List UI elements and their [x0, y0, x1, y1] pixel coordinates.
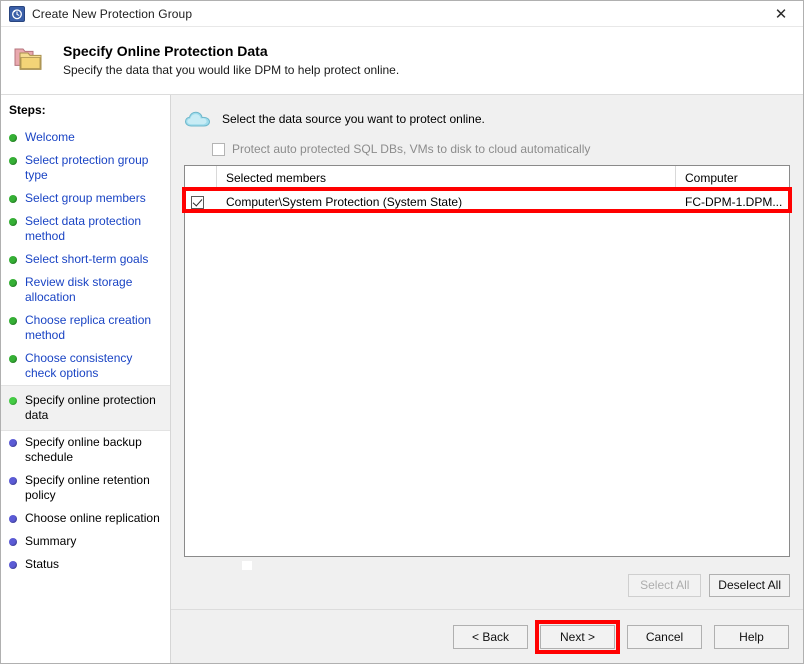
- help-button[interactable]: Help: [714, 624, 789, 649]
- sidebar-step-label: Choose replica creation method: [25, 313, 152, 342]
- step-bullet-icon: [9, 317, 17, 325]
- table-row[interactable]: Computer\System Protection (System State…: [185, 190, 789, 214]
- content-main: Select the data source you want to prote…: [171, 95, 803, 570]
- cloud-icon: [184, 109, 218, 129]
- deselect-all-button[interactable]: Deselect All: [709, 573, 790, 597]
- step-bullet-icon: [9, 256, 17, 264]
- dialog-footer: < Back Next > Cancel Help: [171, 609, 803, 663]
- sidebar-step-label: Select short-term goals: [25, 252, 149, 266]
- sidebar-step-label: Summary: [25, 534, 77, 548]
- back-button[interactable]: < Back: [453, 624, 528, 649]
- dialog-header: Specify Online Protection Data Specify t…: [1, 27, 803, 95]
- help-button-wrap: Help: [714, 624, 789, 649]
- sidebar-step-10: Specify online retention policy: [1, 469, 170, 507]
- sidebar-step-1[interactable]: Select protection group type: [1, 149, 170, 187]
- folders-icon: [7, 43, 51, 73]
- sidebar-step-label: Specify online retention policy: [25, 473, 150, 502]
- sidebar-step-13: Status: [1, 553, 170, 576]
- dialog-body: Steps: Welcome Select protection group ty…: [1, 95, 803, 663]
- sidebar-step-label: Specify online protection data: [25, 393, 156, 422]
- step-bullet-icon: [9, 279, 17, 287]
- sidebar-step-6[interactable]: Choose replica creation method: [1, 309, 170, 347]
- step-bullet-icon: [9, 515, 17, 523]
- sidebar-step-label: Choose online replication: [25, 511, 160, 525]
- step-bullet-icon: [9, 477, 17, 485]
- next-button[interactable]: Next >: [540, 624, 615, 649]
- sidebar-step-5[interactable]: Review disk storage allocation: [1, 271, 170, 309]
- intro-text: Select the data source you want to prote…: [222, 112, 485, 126]
- sidebar-step-2[interactable]: Select group members: [1, 187, 170, 210]
- column-header-computer[interactable]: Computer: [676, 166, 789, 189]
- content-pane: Select the data source you want to prote…: [171, 95, 803, 663]
- sidebar-step-4[interactable]: Select short-term goals: [1, 248, 170, 271]
- step-bullet-icon: [9, 355, 17, 363]
- row-checkbox[interactable]: [191, 195, 204, 209]
- cancel-button[interactable]: Cancel: [627, 624, 702, 649]
- auto-protect-label: Protect auto protected SQL DBs, VMs to d…: [232, 142, 591, 156]
- cell-selected-member: Computer\System Protection (System State…: [226, 195, 463, 209]
- sidebar-step-3[interactable]: Select data protection method: [1, 210, 170, 248]
- column-header-selected-members[interactable]: Selected members: [217, 166, 676, 189]
- history-clock-icon: [9, 5, 25, 22]
- members-list-header: Selected members Computer: [185, 166, 789, 190]
- row-checkbox-cell[interactable]: [185, 190, 217, 214]
- sidebar-step-label: Specify online backup schedule: [25, 435, 142, 464]
- members-list-rows: Computer\System Protection (System State…: [185, 190, 789, 556]
- step-bullet-icon: [9, 397, 17, 405]
- step-bullet-icon: [9, 538, 17, 546]
- intro-row: Select the data source you want to prote…: [184, 105, 790, 133]
- auto-protect-row[interactable]: Protect auto protected SQL DBs, VMs to d…: [212, 142, 790, 156]
- header-checkbox-cell: [185, 166, 217, 189]
- sidebar-step-9: Specify online backup schedule: [1, 431, 170, 469]
- steps-list: Welcome Select protection group type Selec…: [1, 126, 170, 576]
- select-all-button[interactable]: Select All: [628, 573, 702, 597]
- step-bullet-icon: [9, 439, 17, 447]
- auto-protect-checkbox[interactable]: [212, 142, 225, 156]
- sidebar-step-label: Status: [25, 557, 60, 571]
- sidebar-step-8: Specify online protection data: [1, 385, 170, 431]
- close-icon[interactable]: ✕: [759, 1, 803, 26]
- sidebar-step-label: Welcome: [25, 130, 75, 144]
- sidebar-step-11: Choose online replication: [1, 507, 170, 530]
- list-artifact: [242, 561, 252, 570]
- step-bullet-icon: [9, 134, 17, 142]
- window-title: Create New Protection Group: [32, 6, 193, 21]
- create-protection-group-dialog: Create New Protection Group ✕ Specify On…: [0, 0, 804, 664]
- sidebar-step-label: Review disk storage allocation: [25, 275, 133, 304]
- sidebar-step-label: Choose consistency check options: [25, 351, 133, 380]
- cancel-button-wrap: Cancel: [627, 624, 702, 649]
- step-bullet-icon: [9, 195, 17, 203]
- sidebar-step-label: Select group members: [25, 191, 146, 205]
- step-bullet-icon: [9, 218, 17, 226]
- back-button-wrap: < Back: [453, 624, 528, 649]
- sidebar-step-label: Select protection group type: [25, 153, 149, 182]
- page-title: Specify Online Protection Data: [63, 43, 268, 59]
- step-bullet-icon: [9, 157, 17, 165]
- step-bullet-icon: [9, 561, 17, 569]
- members-list[interactable]: Selected members Computer Computer\Syste…: [184, 165, 790, 557]
- next-button-wrap: Next >: [535, 619, 620, 654]
- title-bar: Create New Protection Group ✕: [1, 1, 803, 27]
- cell-computer: FC-DPM-1.DPM...: [685, 195, 783, 209]
- steps-heading: Steps:: [9, 103, 46, 117]
- sidebar-step-0[interactable]: Welcome: [1, 126, 170, 149]
- sidebar-step-label: Select data protection method: [25, 214, 142, 243]
- page-subtitle: Specify the data that you would like DPM…: [63, 63, 400, 77]
- select-buttons-row: Select All Deselect All: [171, 565, 803, 609]
- members-list-wrap: Selected members Computer Computer\Syste…: [182, 165, 792, 570]
- steps-sidebar: Steps: Welcome Select protection group ty…: [1, 95, 171, 663]
- sidebar-step-12: Summary: [1, 530, 170, 553]
- sidebar-step-7[interactable]: Choose consistency check options: [1, 347, 170, 385]
